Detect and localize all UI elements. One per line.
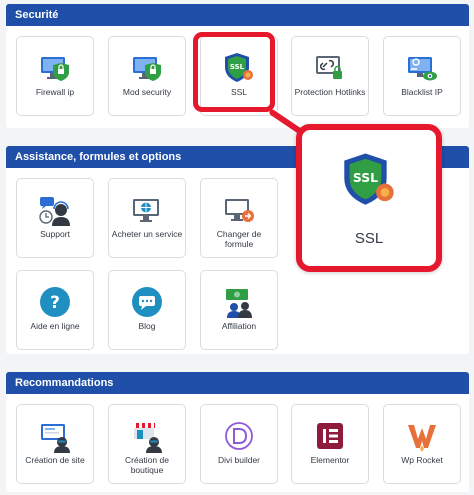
tile-aide-en-ligne[interactable]: ? Aide en ligne xyxy=(16,270,94,350)
elementor-logo-icon xyxy=(313,419,347,453)
monitor-shield-icon xyxy=(130,51,164,85)
globe-cart-icon xyxy=(130,193,164,227)
tile-label: Blacklist IP xyxy=(401,87,443,97)
tile-creation-de-boutique[interactable]: Création de boutique xyxy=(108,404,186,484)
tile-support[interactable]: Support xyxy=(16,178,94,258)
recommendations-section-header: Recommandations xyxy=(6,372,469,394)
ssl-zoom-callout[interactable]: SSL SSL xyxy=(296,124,442,272)
tile-mod-security[interactable]: Mod security xyxy=(108,36,186,116)
tile-label: Mod security xyxy=(122,87,172,97)
ssl-highlight-frame xyxy=(193,32,275,112)
link-lock-icon xyxy=(313,51,347,85)
divi-logo-icon xyxy=(222,419,256,453)
tile-label: Support xyxy=(40,229,70,239)
tile-protection-hotlinks[interactable]: Protection Hotlinks xyxy=(291,36,369,116)
tile-wp-rocket[interactable]: Wp Rocket xyxy=(383,404,461,484)
tile-blacklist-ip[interactable]: Blacklist IP xyxy=(383,36,461,116)
tile-acheter-un-service[interactable]: Acheter un service xyxy=(108,178,186,258)
tile-label: Aide en ligne xyxy=(30,321,80,331)
tile-label: Création de boutique xyxy=(125,455,169,475)
tile-label: Elementor xyxy=(310,455,350,465)
tile-blog[interactable]: Blog xyxy=(108,270,186,350)
ssl-zoom-label: SSL xyxy=(354,230,384,247)
money-people-icon xyxy=(222,285,256,319)
wp-rocket-logo-icon xyxy=(405,419,439,453)
support-headset-icon xyxy=(38,193,72,227)
svg-text:?: ? xyxy=(50,293,60,313)
svg-text:SSL: SSL xyxy=(353,171,378,185)
tile-label: Blog xyxy=(138,321,156,331)
tile-label: Wp Rocket xyxy=(401,455,443,465)
tile-label: Firewall ip xyxy=(35,87,75,97)
tile-label: Création de site xyxy=(25,455,85,465)
tile-elementor[interactable]: Elementor xyxy=(291,404,369,484)
help-question-icon: ? xyxy=(38,285,72,319)
shop-person-icon xyxy=(130,419,164,453)
recommendations-section: Recommandations Création de site Créatio… xyxy=(6,372,469,492)
tile-label: Protection Hotlinks xyxy=(294,87,366,97)
chat-bubble-icon xyxy=(130,285,164,319)
monitor-lock-icon xyxy=(38,51,72,85)
tile-label: Affiliation xyxy=(221,321,257,331)
security-section-header: Securité xyxy=(6,4,469,26)
monitor-arrow-icon xyxy=(222,193,256,227)
tile-divi-builder[interactable]: Divi builder xyxy=(200,404,278,484)
ssl-shield-icon: SSL xyxy=(339,150,399,210)
tile-firewall-ip[interactable]: Firewall ip xyxy=(16,36,94,116)
tile-label: Changer de formule xyxy=(216,229,262,249)
monitor-person-icon xyxy=(38,419,72,453)
tile-label: Acheter un service xyxy=(111,229,183,239)
tile-creation-de-site[interactable]: Création de site xyxy=(16,404,94,484)
monitor-eye-icon xyxy=(405,51,439,85)
tile-changer-de-formule[interactable]: Changer de formule xyxy=(200,178,278,258)
tile-label: Divi builder xyxy=(217,455,261,465)
tile-affiliation[interactable]: Affiliation xyxy=(200,270,278,350)
